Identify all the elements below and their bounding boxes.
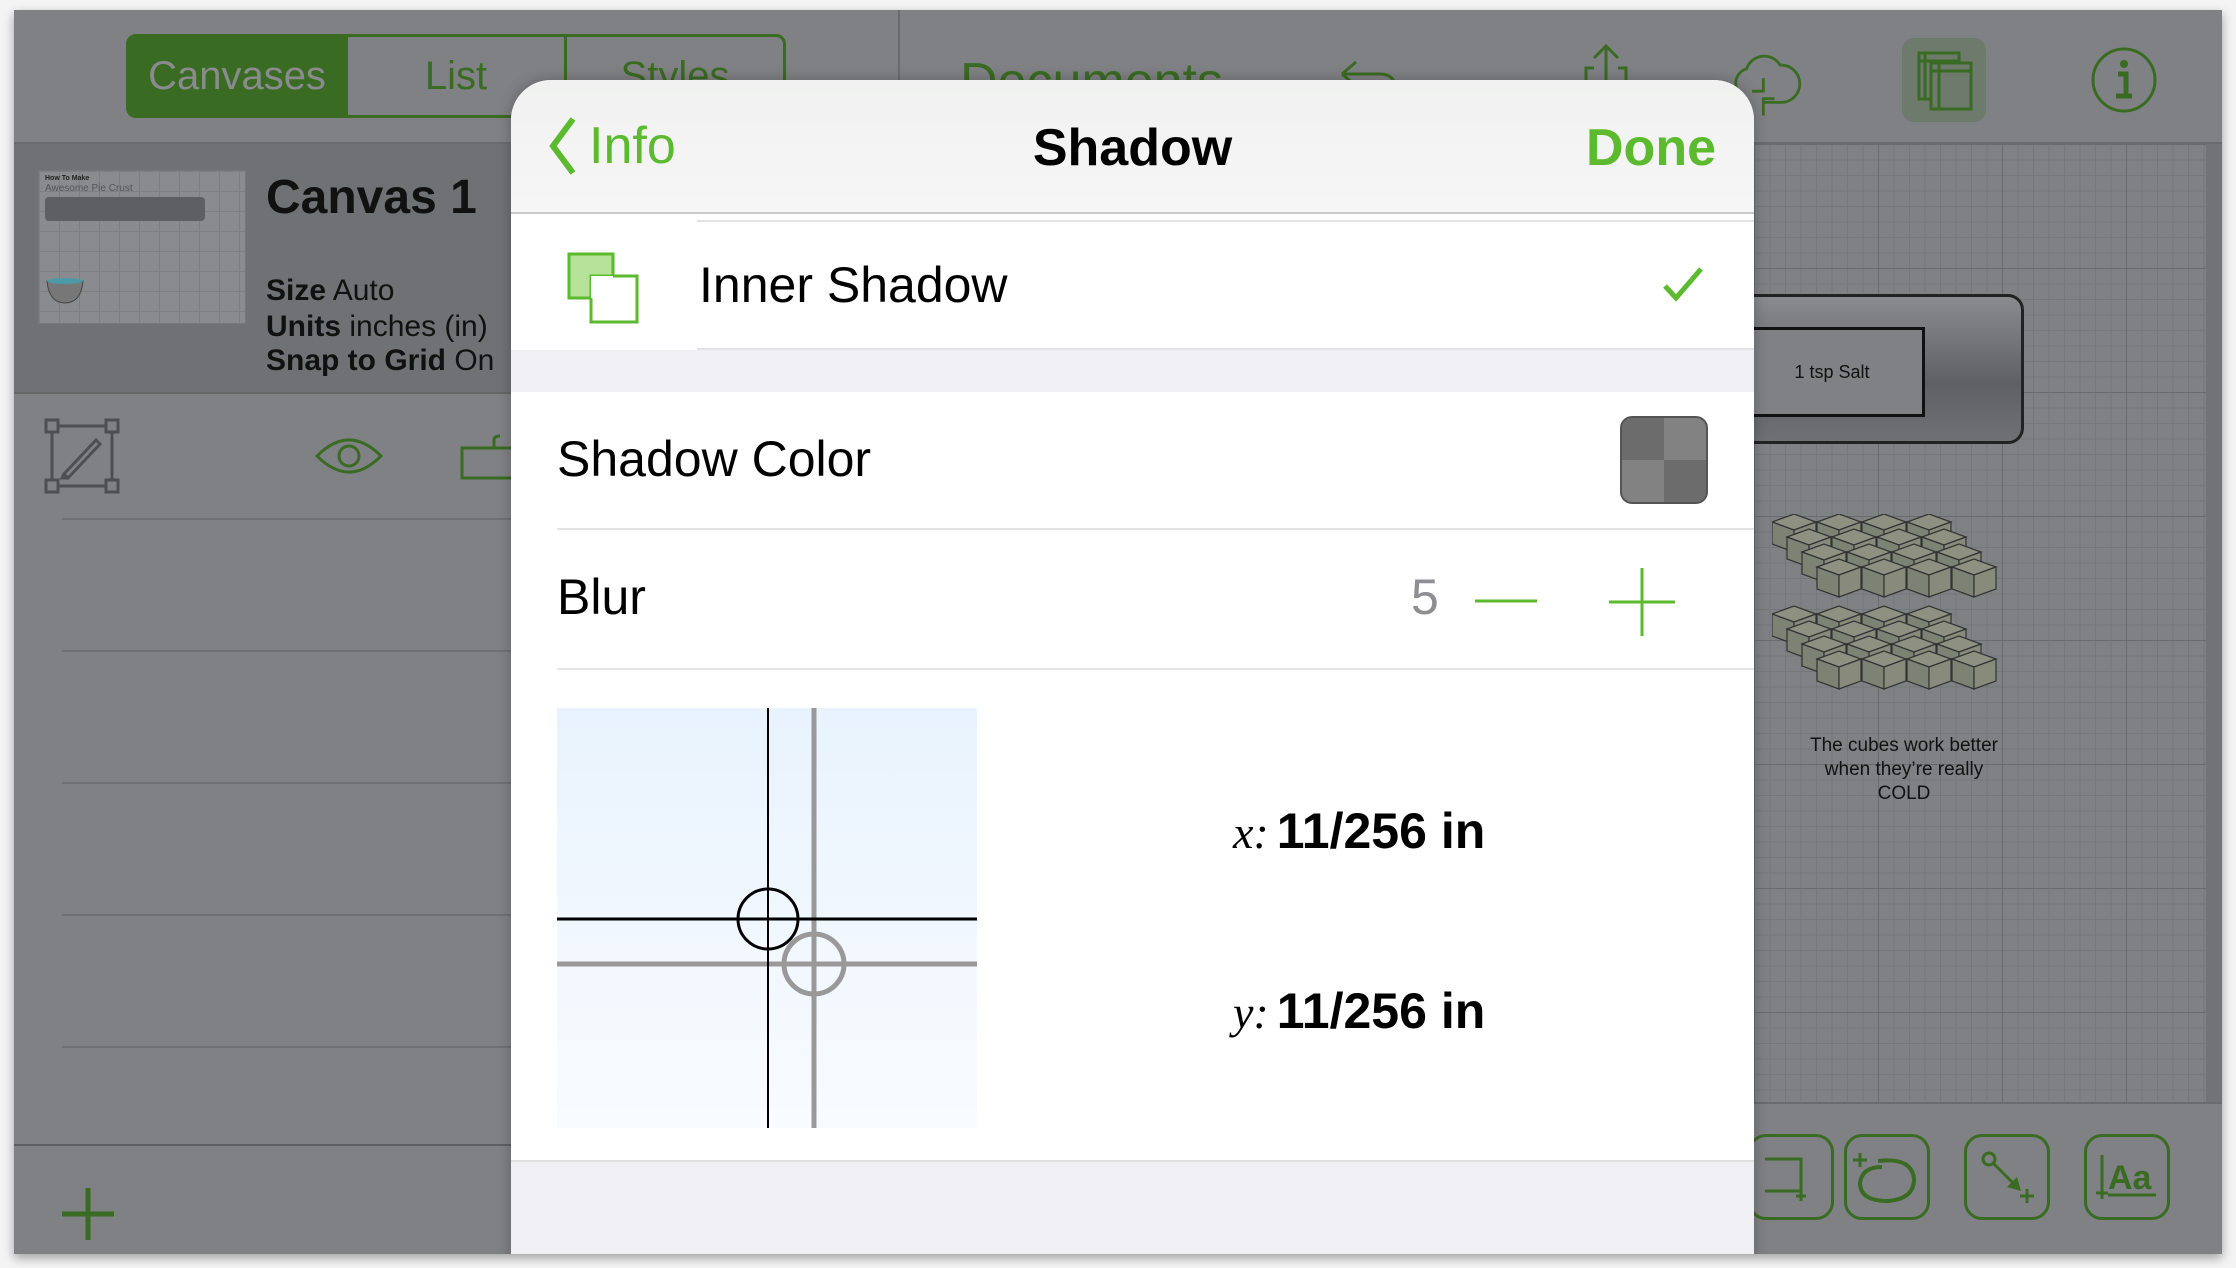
app-window: Canvases List Styles Documents How To Ma… <box>14 10 2222 1254</box>
shadow-color-row[interactable]: Shadow Color <box>511 392 1754 530</box>
line-tool-button[interactable] <box>1964 1134 2050 1220</box>
inner-shadow-label: Inner Shadow <box>699 257 1008 313</box>
canvas-prop-snap: Snap to Grid On <box>266 344 495 377</box>
offset-crosshair <box>557 708 977 1128</box>
x-value: 11/256 in <box>1276 803 1486 859</box>
tab-canvases[interactable]: Canvases <box>129 37 348 115</box>
salt-shape[interactable]: 1 tsp Salt <box>1739 327 1925 417</box>
freehand-tool-button[interactable] <box>1844 1134 1930 1220</box>
info-button[interactable] <box>2082 38 2166 122</box>
inner-shadow-option[interactable]: Inner Shadow <box>511 220 1754 348</box>
info-icon <box>2091 47 2157 113</box>
row-divider <box>697 220 1754 222</box>
shadow-popover: Info Shadow Done Inner Shadow Shadow Col… <box>511 80 1754 1254</box>
add-canvas-icon[interactable] <box>60 1186 116 1242</box>
caption-line: when they’re really <box>1824 759 1984 780</box>
y-value: 11/256 in <box>1276 983 1486 1039</box>
y-label: y: <box>1233 987 1269 1038</box>
shadow-color-swatch[interactable] <box>1620 416 1708 504</box>
canvas-prop-units: Units inches (in) <box>266 310 488 343</box>
offset-x-readout: x: 11/256 in <box>1233 802 1485 860</box>
blur-value: 5 <box>1411 569 1439 625</box>
row-divider <box>62 650 512 652</box>
row-divider <box>62 1046 512 1048</box>
shadow-color-label: Shadow Color <box>557 431 872 487</box>
canvases-toggle-button[interactable] <box>1902 38 1986 122</box>
row-divider <box>557 528 1754 530</box>
popover-nav-bar: Info Shadow Done <box>511 80 1754 214</box>
row-divider <box>62 518 512 520</box>
canvas-name: Canvas 1 <box>266 171 477 224</box>
checkmark-icon <box>1663 267 1703 302</box>
row-divider <box>62 782 512 784</box>
shadow-offset-pad[interactable] <box>557 708 977 1128</box>
ingredients-group[interactable]: 1 tsp Salt <box>1714 294 2024 444</box>
canvas-sidebar: How To Make Awesome Pie Crust Canvas 1 S… <box>14 144 512 1254</box>
drawing-tools-bar: Aa <box>1748 1102 2222 1254</box>
decrement-blur-icon[interactable] <box>1473 576 1539 626</box>
text-tool-button[interactable]: Aa <box>2084 1134 2170 1220</box>
thumbnail-ingredients-band <box>45 197 205 221</box>
row-divider <box>62 914 512 916</box>
drawing-canvas[interactable]: 1 tsp Salt The cubes work better when th… <box>1714 144 2222 1102</box>
sidebar-bottom-bar <box>14 1144 512 1254</box>
canvas-list-item[interactable]: How To Make Awesome Pie Crust Canvas 1 S… <box>14 144 512 394</box>
cubes-caption[interactable]: The cubes work better when they’re reall… <box>1784 734 2024 806</box>
x-label: x: <box>1233 807 1269 858</box>
canvases-icon <box>1917 51 1973 111</box>
inner-shadow-icon <box>567 252 639 324</box>
edit-canvas-icon[interactable] <box>44 418 120 494</box>
canvas-tools-row <box>14 394 512 534</box>
done-button[interactable]: Done <box>1586 118 1716 178</box>
caption-line: COLD <box>1877 783 1931 804</box>
thumbnail-title: How To Make <box>45 175 90 182</box>
section-gap <box>511 350 1754 392</box>
bowl-icon <box>46 278 84 304</box>
caption-line: The cubes work better <box>1810 735 1998 756</box>
shape-tool-button[interactable] <box>1748 1134 1834 1220</box>
thumbnail-subtitle: Awesome Pie Crust <box>45 183 133 194</box>
canvas-prop-size: Size Auto <box>266 274 395 307</box>
cube-layer-bottom <box>1772 605 1997 690</box>
offset-y-readout: y: 11/256 in <box>1233 982 1485 1040</box>
line-tool-icon <box>1981 1151 2034 1203</box>
blur-label: Blur <box>557 569 646 625</box>
increment-blur-icon[interactable] <box>1607 566 1677 638</box>
canvas-thumbnail: How To Make Awesome Pie Crust <box>38 170 246 324</box>
visibility-eye-icon[interactable] <box>314 434 384 478</box>
freehand-tool-icon <box>1853 1153 1917 1204</box>
svg-text:Aa: Aa <box>2108 1159 2153 1197</box>
blur-row: Blur 5 <box>511 532 1754 670</box>
cube-layer-top <box>1772 514 1997 598</box>
text-tool-icon: Aa <box>2096 1155 2156 1199</box>
butter-cubes-image[interactable] <box>1772 514 2012 734</box>
lock-icon[interactable] <box>460 434 512 484</box>
row-divider <box>557 668 1754 670</box>
shape-tool-icon <box>1765 1157 1806 1201</box>
canvas-edge <box>2206 144 2222 1102</box>
popover-title: Shadow <box>1032 119 1233 177</box>
popover-footer <box>511 1160 1754 1254</box>
